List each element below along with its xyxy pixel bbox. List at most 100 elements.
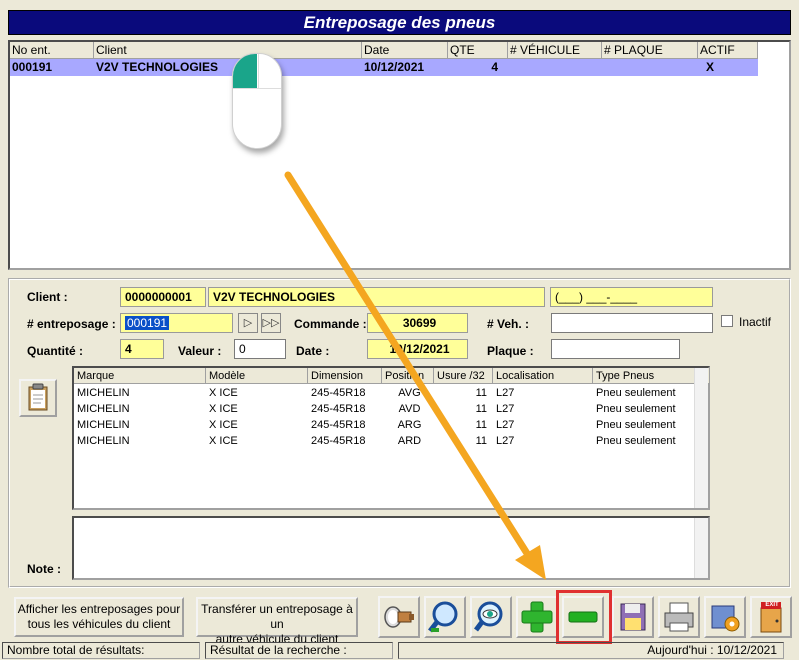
status-today: Aujourd'hui : 10/12/2021 (398, 642, 784, 659)
cell-date: 10/12/2021 (364, 60, 425, 74)
client-code-field[interactable]: 0000000001 (120, 287, 206, 307)
cell-client: V2V TECHNOLOGIES (96, 60, 219, 74)
note-scrollbar[interactable] (694, 518, 708, 578)
col-header-client[interactable]: Client (94, 42, 362, 59)
cell-usure: 11 (475, 419, 487, 431)
tires-table[interactable]: Marque Modèle Dimension Position Usure /… (72, 366, 710, 510)
cell-plaque (602, 59, 698, 76)
client-name-field[interactable]: V2V TECHNOLOGIES (208, 287, 545, 307)
col-header-usure[interactable]: Usure /32 (434, 368, 493, 384)
cell-position: AVD (398, 403, 421, 415)
client-phone-field[interactable]: (___) ___-____ (550, 287, 713, 307)
table-row[interactable]: MICHELIN X ICE 245-45R18 AVG 11 L27 Pneu seule… (74, 385, 710, 401)
cell-dimension: 245-45R18 (311, 403, 366, 415)
cell-actif: X (706, 60, 715, 74)
tools-icon (711, 605, 740, 632)
flashlight-button[interactable] (378, 596, 420, 638)
cell-no-ent: 000191 (12, 60, 53, 74)
print-button[interactable] (658, 596, 700, 638)
play-icon: ▷ (243, 317, 253, 329)
status-search-result: Résultat de la recherche : (205, 642, 393, 659)
col-header-type[interactable]: Type Pneus (593, 368, 710, 384)
commande-label: Commande : (294, 317, 367, 331)
window-title-bar: Entreposage des pneus (8, 10, 791, 35)
show-all-line1: Afficher les entreposages pour (17, 602, 181, 616)
quantite-label: Quantité : (27, 344, 83, 358)
cell-dimension: 245-45R18 (311, 435, 366, 447)
table-row[interactable]: MICHELIN X ICE 245-45R18 AVD 11 L27 Pneu seule… (74, 401, 710, 417)
show-all-storage-button[interactable]: Afficher les entreposages pour tous les … (14, 597, 184, 637)
cell-marque: MICHELIN (77, 435, 130, 447)
col-header-actif[interactable]: ACTIF (698, 42, 758, 59)
exit-button[interactable]: EXIT (750, 596, 792, 638)
search-icon (428, 601, 458, 633)
note-textarea[interactable] (72, 516, 710, 580)
cell-position: ARD (397, 435, 422, 447)
last-button[interactable]: ▷▷ (261, 313, 281, 333)
cell-usure: 11 (475, 387, 487, 399)
commande-field[interactable]: 30699 (367, 313, 468, 333)
col-header-dimension[interactable]: Dimension (308, 368, 382, 384)
col-header-plaque[interactable]: # PLAQUE (602, 42, 698, 59)
col-header-qte[interactable]: QTE (448, 42, 508, 59)
status-total-results: Nombre total de résultats: (2, 642, 200, 659)
cell-modele: X ICE (209, 419, 238, 431)
results-grid[interactable]: No ent. Client Date QTE # VÉHICULE # PLA… (8, 40, 791, 270)
tools-button[interactable] (704, 596, 746, 638)
cell-modele: X ICE (209, 387, 238, 399)
table-row[interactable]: MICHELIN X ICE 245-45R18 ARD 11 L27 Pneu seule… (74, 433, 710, 449)
col-header-no-ent[interactable]: No ent. (10, 42, 94, 59)
cell-type: Pneu seulement (596, 387, 676, 399)
veh-field[interactable] (551, 313, 713, 333)
table-row[interactable]: 000191 V2V TECHNOLOGIES 10/12/2021 4 X (10, 59, 758, 76)
cell-modele: X ICE (209, 403, 238, 415)
date-label: Date : (296, 344, 330, 358)
cell-position: AVG (398, 387, 421, 399)
cell-modele: X ICE (209, 435, 238, 447)
quantite-field[interactable]: 4 (120, 339, 164, 359)
clipboard-button[interactable] (19, 379, 57, 417)
cell-dimension: 245-45R18 (311, 387, 366, 399)
col-header-vehicule[interactable]: # VÉHICULE (508, 42, 602, 59)
col-header-modele[interactable]: Modèle (206, 368, 308, 384)
valeur-field[interactable]: 0 (234, 339, 286, 359)
entreposage-value: 000191 (125, 316, 170, 330)
cell-marque: MICHELIN (77, 403, 130, 415)
view-button[interactable] (470, 596, 512, 638)
cell-vehicule (508, 59, 602, 76)
cell-localisation: L27 (496, 403, 515, 415)
col-header-date[interactable]: Date (362, 42, 448, 59)
cell-marque: MICHELIN (77, 419, 130, 431)
next-button[interactable]: ▷ (238, 313, 258, 333)
cell-usure: 11 (475, 403, 487, 415)
cell-position: ARG (397, 419, 422, 431)
col-header-localisation[interactable]: Localisation (493, 368, 593, 384)
plaque-label: Plaque : (487, 344, 534, 358)
mouse-left-button-highlight (233, 54, 257, 88)
save-button[interactable] (612, 596, 654, 638)
plaque-field[interactable] (551, 339, 680, 359)
table-scrollbar[interactable] (694, 368, 708, 508)
cell-dimension: 245-45R18 (311, 419, 366, 431)
cell-marque: MICHELIN (77, 387, 130, 399)
col-header-position[interactable]: Position (382, 368, 434, 384)
client-label: Client : (27, 290, 68, 304)
show-all-line2: tous les véhicules du client (27, 617, 171, 631)
cell-localisation: L27 (496, 387, 515, 399)
save-disk-icon (620, 603, 646, 631)
date-field[interactable]: 10/12/2021 (367, 339, 468, 359)
table-row[interactable]: MICHELIN X ICE 245-45R18 ARG 11 L27 Pneu seule… (74, 417, 710, 433)
inactif-label: Inactif (739, 315, 772, 329)
search-button[interactable] (424, 596, 466, 638)
transfer-storage-button[interactable]: Transférer un entreposage à un autre véh… (196, 597, 358, 646)
entreposage-field[interactable]: 000191 (120, 313, 233, 333)
add-plus-icon (521, 601, 553, 633)
fast-forward-icon: ▷▷ (262, 317, 280, 329)
entreposage-label: # entreposage : (27, 317, 116, 331)
highlight-box (556, 590, 612, 644)
inactif-checkbox[interactable] (721, 315, 733, 327)
mouse-right-button (258, 54, 281, 88)
view-eye-icon (474, 601, 503, 632)
col-header-marque[interactable]: Marque (74, 368, 206, 384)
add-button[interactable] (516, 596, 558, 638)
